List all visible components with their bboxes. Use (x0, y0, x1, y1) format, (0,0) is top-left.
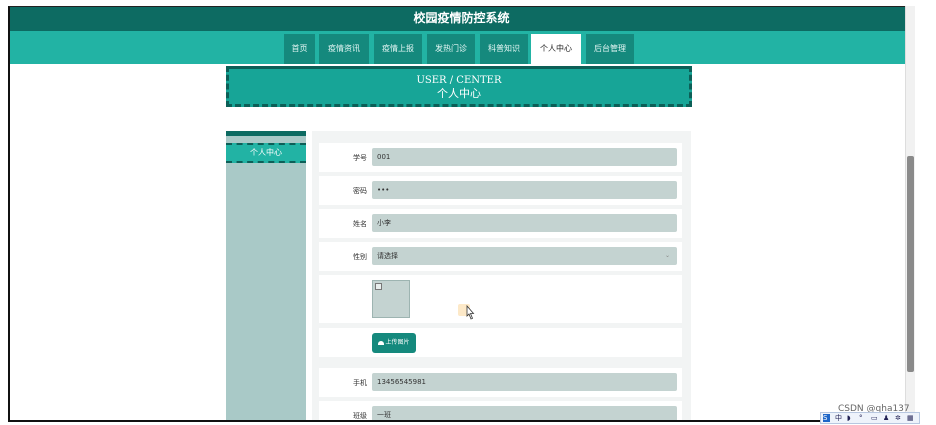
ime-toolbar: S 中 ◗ ° ▭ ♟ ✲ ▦ (820, 412, 920, 424)
student-id-label: 学号 (353, 154, 367, 162)
sidebar: 个人中心 (226, 131, 306, 420)
banner-title-cn: 个人中心 (437, 87, 481, 100)
password-input[interactable]: ••• (372, 181, 677, 199)
settings-icon: ✲ (895, 414, 901, 422)
moon-icon: ◗ (847, 414, 851, 422)
form-row-upload: 上传图片 (319, 328, 682, 357)
nav-item-report[interactable]: 疫情上报 (374, 34, 422, 64)
nav-item-home[interactable]: 首页 (284, 34, 315, 64)
form-row-avatar (319, 275, 682, 323)
sidebar-item-personal-center[interactable]: 个人中心 (226, 143, 306, 163)
class-label: 班级 (353, 412, 367, 420)
cloud-upload-icon (378, 340, 385, 345)
form-row-class: 班级 一班 (319, 401, 682, 420)
form-row-phone: 手机 13456545981 (319, 368, 682, 397)
profile-form: 学号 001 密码 ••• 姓名 小李 性别 请选择 ⌄ 上传图片 手机 134… (312, 131, 691, 420)
nav-item-fever-clinic[interactable]: 发热门诊 (427, 34, 475, 64)
form-row-password: 密码 ••• (319, 176, 682, 205)
student-id-input[interactable]: 001 (372, 148, 677, 166)
nav-item-news[interactable]: 疫情资讯 (319, 34, 369, 64)
password-label: 密码 (353, 187, 367, 195)
nav-item-personal-center[interactable]: 个人中心 (531, 34, 581, 64)
page-banner: USER / CENTER 个人中心 (226, 66, 692, 107)
form-row-gender: 性别 请选择 ⌄ (319, 242, 682, 271)
chevron-down-icon: ⌄ (664, 252, 670, 259)
form-row-name: 姓名 小李 (319, 209, 682, 238)
ime-logo-icon: S (823, 414, 830, 422)
vertical-scrollbar[interactable] (905, 6, 915, 422)
phone-label: 手机 (353, 379, 367, 387)
nav-item-admin[interactable]: 后台管理 (586, 34, 634, 64)
punctuation-icon: ° (859, 414, 863, 422)
banner-title-en: USER / CENTER (416, 75, 502, 86)
gender-label: 性别 (353, 253, 367, 261)
gender-select-value: 请选择 (377, 252, 398, 260)
ime-chinese-mode-icon: 中 (835, 414, 842, 422)
nav-item-knowledge[interactable]: 科普知识 (480, 34, 528, 64)
class-input[interactable]: 一班 (372, 406, 677, 420)
form-row-student-id: 学号 001 (319, 143, 682, 172)
name-input[interactable]: 小李 (372, 214, 677, 232)
user-icon: ♟ (883, 414, 890, 422)
scrollbar-thumb[interactable] (907, 156, 914, 372)
upload-image-button[interactable]: 上传图片 (372, 333, 416, 353)
browser-viewport: 校园疫情防控系统 首页 疫情资讯 疫情上报 发热门诊 科普知识 个人中心 后台管… (8, 6, 914, 422)
keyboard-icon: ▭ (871, 414, 878, 422)
gender-select[interactable]: 请选择 ⌄ (372, 247, 677, 265)
upload-button-label: 上传图片 (385, 339, 410, 346)
app-title: 校园疫情防控系统 (10, 7, 913, 31)
name-label: 姓名 (353, 220, 367, 228)
avatar-preview[interactable] (372, 280, 410, 318)
mouse-pointer-icon (466, 305, 475, 320)
grid-icon: ▦ (907, 414, 914, 422)
broken-image-icon (375, 283, 382, 290)
sidebar-top-bar (226, 131, 306, 136)
top-nav: 首页 疫情资讯 疫情上报 发热门诊 科普知识 个人中心 后台管理 (10, 31, 913, 64)
phone-input[interactable]: 13456545981 (372, 373, 677, 391)
